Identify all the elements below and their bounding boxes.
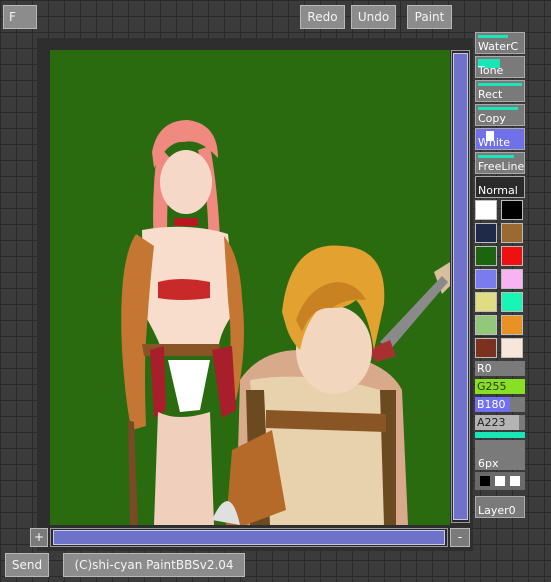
palette-swatch[interactable] bbox=[501, 292, 523, 312]
palette-swatch[interactable] bbox=[501, 269, 523, 289]
tool-freeline[interactable]: FreeLine bbox=[475, 152, 525, 174]
tool-label: FreeLine bbox=[478, 160, 525, 173]
tool-label: Rect bbox=[478, 88, 503, 101]
brush-size-label: 6px bbox=[478, 457, 499, 470]
layer-button[interactable]: Layer0 bbox=[475, 496, 525, 518]
send-button[interactable]: Send bbox=[5, 553, 49, 577]
tool-blend-mode[interactable]: Normal bbox=[475, 176, 525, 198]
mask-white-2[interactable] bbox=[510, 476, 520, 486]
palette-swatch[interactable] bbox=[501, 200, 523, 220]
redo-button[interactable]: Redo bbox=[300, 5, 345, 29]
palette-swatch[interactable] bbox=[475, 315, 497, 335]
mask-white[interactable] bbox=[495, 476, 505, 486]
undo-button[interactable]: Undo bbox=[351, 5, 396, 29]
mask-black[interactable] bbox=[480, 476, 490, 486]
brush-size-bar[interactable] bbox=[475, 432, 525, 438]
mask-selector[interactable] bbox=[475, 472, 525, 490]
tool-indicator bbox=[478, 83, 522, 86]
horizontal-scroll-thumb[interactable] bbox=[53, 530, 445, 545]
tool-tone[interactable]: Tone bbox=[475, 56, 525, 78]
slider-red[interactable]: R0 bbox=[475, 361, 525, 376]
palette-swatch[interactable] bbox=[475, 292, 497, 312]
paint-button[interactable]: Paint bbox=[407, 5, 452, 29]
menu-button[interactable]: F bbox=[3, 5, 37, 29]
slider-label: G255 bbox=[477, 380, 507, 393]
slider-label: B180 bbox=[477, 398, 506, 411]
vertical-scroll-thumb[interactable] bbox=[453, 53, 468, 520]
vertical-scrollbar[interactable] bbox=[451, 50, 470, 523]
tool-indicator bbox=[478, 107, 518, 110]
slider-label: R0 bbox=[477, 362, 492, 375]
tool-label: Copy bbox=[478, 112, 506, 125]
zoom-in-button[interactable]: + bbox=[30, 528, 48, 547]
palette-swatch[interactable] bbox=[475, 223, 497, 243]
palette-swatch[interactable] bbox=[501, 246, 523, 266]
canvas-artwork bbox=[121, 120, 450, 525]
tool-label: Normal bbox=[478, 184, 518, 197]
tool-copy[interactable]: Copy bbox=[475, 104, 525, 126]
layer-label: Layer0 bbox=[478, 504, 516, 517]
palette-swatch[interactable] bbox=[475, 246, 497, 266]
tool-label: White bbox=[478, 136, 510, 149]
tool-white[interactable]: White bbox=[475, 128, 525, 150]
palette-swatch[interactable] bbox=[475, 269, 497, 289]
slider-green[interactable]: G255 bbox=[475, 379, 525, 394]
palette-swatch[interactable] bbox=[475, 338, 497, 358]
tool-watercolor[interactable]: WaterC bbox=[475, 32, 525, 54]
slider-blue[interactable]: B180 bbox=[475, 397, 525, 412]
brush-size-box[interactable]: 6px bbox=[475, 440, 525, 470]
horizontal-scrollbar[interactable] bbox=[50, 528, 448, 547]
tool-rect[interactable]: Rect bbox=[475, 80, 525, 102]
copyright-label: (C)shi-cyan PaintBBSv2.04 bbox=[63, 553, 245, 577]
palette-swatch[interactable] bbox=[475, 200, 497, 220]
palette-swatch[interactable] bbox=[501, 338, 523, 358]
tool-label: Tone bbox=[478, 64, 504, 77]
drawing-canvas[interactable] bbox=[50, 50, 450, 525]
tool-indicator bbox=[478, 155, 514, 158]
tool-label: WaterC bbox=[478, 40, 519, 53]
slider-label: A223 bbox=[477, 416, 506, 429]
palette-swatch[interactable] bbox=[501, 223, 523, 243]
slider-alpha[interactable]: A223 bbox=[475, 415, 525, 430]
palette-swatch[interactable] bbox=[501, 315, 523, 335]
zoom-out-button[interactable]: - bbox=[450, 528, 470, 547]
tool-indicator bbox=[478, 35, 508, 38]
